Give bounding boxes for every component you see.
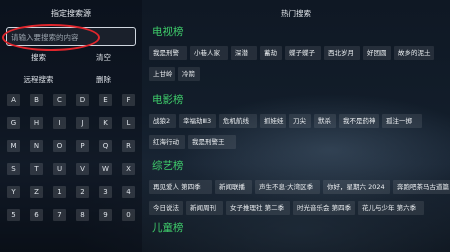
hot-search-tag[interactable]: 孤注一掷 xyxy=(382,114,422,128)
key-8[interactable]: 8 xyxy=(76,209,89,221)
key-d[interactable]: D xyxy=(76,94,89,106)
key-5[interactable]: 5 xyxy=(7,209,20,221)
delete-button[interactable]: 删除 xyxy=(71,73,136,87)
hot-search-tag[interactable]: 你好，星期六 2024 xyxy=(323,180,390,194)
key-k[interactable]: K xyxy=(99,117,112,129)
section-title: 电影榜 xyxy=(152,94,184,106)
hot-search-tag[interactable]: 声生不息·大湾区季 xyxy=(255,180,320,194)
key-f[interactable]: F xyxy=(122,94,135,106)
key-u[interactable]: U xyxy=(53,163,66,175)
key-p[interactable]: P xyxy=(76,140,89,152)
clear-button[interactable]: 清空 xyxy=(71,51,136,65)
key-n[interactable]: N xyxy=(30,140,43,152)
key-h[interactable]: H xyxy=(30,117,43,129)
hot-search-tag[interactable]: 我不是药神 xyxy=(339,114,379,128)
hot-search-tag[interactable]: 好团圆 xyxy=(363,46,391,60)
hot-search-title: 热门搜索 xyxy=(281,9,311,18)
hot-search-tag[interactable]: 冷箭 xyxy=(178,67,200,81)
key-e[interactable]: E xyxy=(99,94,112,106)
key-x[interactable]: X xyxy=(122,163,135,175)
hot-search-tag[interactable]: 战狼2 xyxy=(149,114,176,128)
key-0[interactable]: 0 xyxy=(122,209,135,221)
hot-search-tag[interactable]: 红海行动 xyxy=(149,135,185,149)
key-b[interactable]: B xyxy=(30,94,43,106)
hot-search-tag[interactable]: 西北岁月 xyxy=(324,46,360,60)
hot-search-tag[interactable]: 今日说法 xyxy=(149,201,183,215)
key-z[interactable]: Z xyxy=(30,186,43,198)
hot-search-tag[interactable]: 女子推理社 第二季 xyxy=(226,201,290,215)
search-source-selector[interactable]: 指定搜索源 xyxy=(0,8,142,19)
key-a[interactable]: A xyxy=(7,94,20,106)
hot-search-tag[interactable]: 新闻周刊 xyxy=(186,201,223,215)
key-6[interactable]: 6 xyxy=(30,209,43,221)
hot-search-tag[interactable]: 危机航线 xyxy=(219,114,257,128)
key-q[interactable]: Q xyxy=(99,140,112,152)
key-2[interactable]: 2 xyxy=(76,186,89,198)
key-3[interactable]: 3 xyxy=(99,186,112,198)
search-panel: 指定搜索源 请输入要搜索的内容 搜索 清空 远程搜索 删除 ABCDEF GHIJ… xyxy=(0,0,142,252)
hot-search-tag[interactable]: 故乡的泥土 xyxy=(394,46,434,60)
section-title: 电视榜 xyxy=(152,26,184,38)
remote-search-button[interactable]: 远程搜索 xyxy=(6,73,71,87)
hot-search-tag[interactable]: 奔跑吧茶马古道篇 xyxy=(393,180,450,194)
action-row-1: 搜索 清空 xyxy=(6,51,136,65)
key-9[interactable]: 9 xyxy=(99,209,112,221)
key-o[interactable]: O xyxy=(53,140,66,152)
action-row-2: 远程搜索 删除 xyxy=(6,73,136,87)
hot-search-panel: 热门搜索 电视榜我是刑警 小巷人家 深潜 蓄劫 蝶子蝶子 西北岁月 好团圆 故乡的泥土上甘岭冷… xyxy=(142,0,450,252)
hot-search-tag[interactable]: 时光音乐会 第四季 xyxy=(293,201,355,215)
hot-search-tag[interactable]: 抓娃娃 xyxy=(260,114,286,128)
hot-search-tag[interactable]: 小巷人家 xyxy=(190,46,228,60)
key-i[interactable]: I xyxy=(53,117,66,129)
search-input[interactable]: 请输入要搜索的内容 xyxy=(6,27,136,46)
hot-search-tag[interactable]: 新闻联播 xyxy=(215,180,252,194)
hot-search-tag[interactable]: 上甘岭 xyxy=(149,67,175,81)
hot-search-tag[interactable]: 蓄劫 xyxy=(260,46,282,60)
key-l[interactable]: L xyxy=(122,117,135,129)
key-r[interactable]: R xyxy=(122,140,135,152)
key-t[interactable]: T xyxy=(30,163,43,175)
section-title: 综艺榜 xyxy=(152,160,184,172)
hot-search-tag[interactable]: 默杀 xyxy=(314,114,336,128)
hot-search-tag[interactable]: 刀尖 xyxy=(289,114,311,128)
hot-search-tag[interactable]: 花儿与少年 第六季 xyxy=(358,201,424,215)
hot-search-tag[interactable]: 我是刑警王 xyxy=(188,135,236,149)
key-g[interactable]: G xyxy=(7,117,20,129)
key-j[interactable]: J xyxy=(76,117,89,129)
key-c[interactable]: C xyxy=(53,94,66,106)
key-7[interactable]: 7 xyxy=(53,209,66,221)
hot-search-tag[interactable]: 幸福劫Ⅲ3 xyxy=(179,114,216,128)
key-y[interactable]: Y xyxy=(7,186,20,198)
hot-search-tag[interactable]: 再见爱人 第四季 xyxy=(149,180,212,194)
key-m[interactable]: M xyxy=(7,140,20,152)
hot-search-tag[interactable]: 深潜 xyxy=(231,46,257,60)
hot-search-tag[interactable]: 蝶子蝶子 xyxy=(285,46,321,60)
key-s[interactable]: S xyxy=(7,163,20,175)
key-1[interactable]: 1 xyxy=(53,186,66,198)
hot-search-tag[interactable]: 我是刑警 xyxy=(149,46,187,60)
section-title: 儿童榜 xyxy=(152,222,184,234)
key-w[interactable]: W xyxy=(99,163,112,175)
key-4[interactable]: 4 xyxy=(122,186,135,198)
search-button[interactable]: 搜索 xyxy=(6,51,71,65)
key-v[interactable]: V xyxy=(76,163,89,175)
